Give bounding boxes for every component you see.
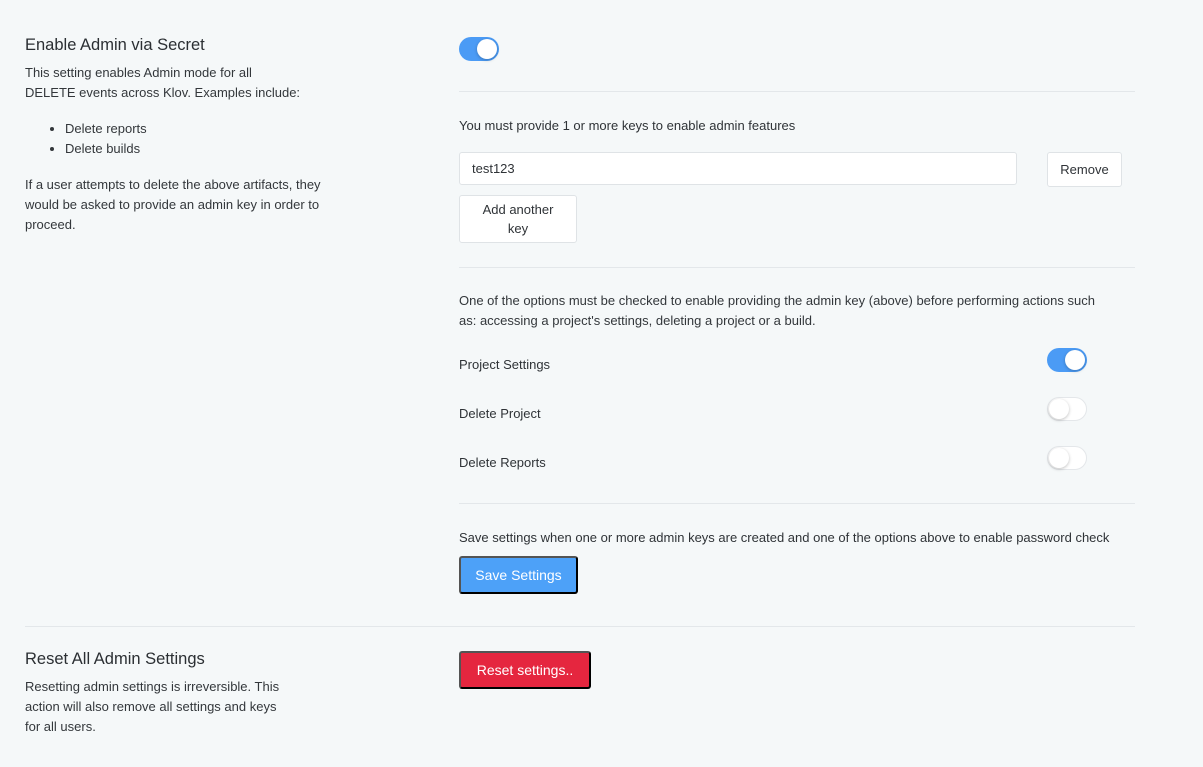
divider <box>459 91 1135 92</box>
list-item: Delete builds <box>65 139 147 159</box>
list-item: Delete reports <box>65 119 147 139</box>
delete-project-toggle[interactable] <box>1047 397 1087 421</box>
divider <box>459 503 1135 504</box>
remove-key-button[interactable]: Remove <box>1047 152 1122 187</box>
option-label-delete-project: Delete Project <box>459 406 541 421</box>
save-instruction: Save settings when one or more admin key… <box>459 530 1110 545</box>
toggle-knob <box>1049 399 1069 419</box>
delete-reports-toggle[interactable] <box>1047 446 1087 470</box>
admin-key-input[interactable]: test123 <box>459 152 1017 185</box>
add-another-key-button[interactable]: Add another key <box>459 195 577 243</box>
save-settings-button[interactable]: Save Settings <box>459 556 578 594</box>
admin-secret-title: Enable Admin via Secret <box>25 36 205 54</box>
toggle-knob <box>1065 350 1085 370</box>
options-description: One of the options must be checked to en… <box>459 293 1095 328</box>
reset-title: Reset All Admin Settings <box>25 650 205 668</box>
option-label-project-settings: Project Settings <box>459 357 551 372</box>
divider <box>25 626 1135 627</box>
admin-secret-description: This setting enables Admin mode for all … <box>25 65 301 100</box>
toggle-knob <box>1049 448 1069 468</box>
project-settings-toggle[interactable] <box>1047 348 1087 372</box>
reset-description: Resetting admin settings is irreversible… <box>25 679 280 734</box>
divider <box>459 267 1135 268</box>
option-label-delete-reports: Delete Reports <box>459 455 546 470</box>
keys-instruction: You must provide 1 or more keys to enabl… <box>459 118 796 133</box>
admin-secret-note: If a user attempts to delete the above a… <box>25 177 321 232</box>
toggle-knob <box>477 39 497 59</box>
examples-list: Delete reports Delete builds <box>25 119 147 159</box>
enable-admin-toggle[interactable] <box>459 37 499 61</box>
reset-settings-button[interactable]: Reset settings.. <box>459 651 591 689</box>
